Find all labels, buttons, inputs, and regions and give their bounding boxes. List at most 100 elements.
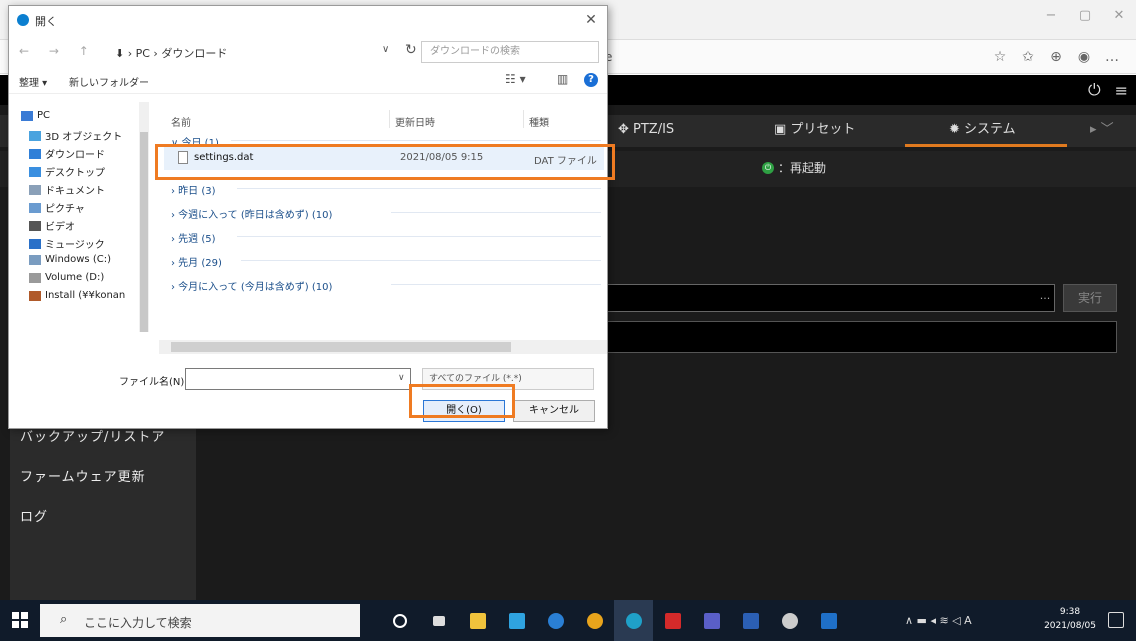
horizontal-scroll-thumb[interactable]	[171, 342, 511, 352]
favorites-icon[interactable]: ✩	[1014, 49, 1042, 65]
nav-item-drive-d[interactable]: Volume (D:)	[29, 272, 104, 283]
system-tray-icons[interactable]: ∧ ▬ ◂ ≋ ◁ A	[905, 600, 972, 641]
favorite-icon[interactable]: ☆	[986, 49, 1014, 65]
cancel-button[interactable]: キャンセル	[513, 400, 595, 422]
taskbar-search-placeholder: ここに入力して検索	[84, 616, 192, 630]
status-output-box	[605, 321, 1117, 353]
internet-explorer-icon[interactable]	[536, 600, 575, 641]
menu-item-log[interactable]: ログ	[20, 506, 48, 525]
nav-item-pc[interactable]: PC	[21, 110, 50, 121]
group-divider	[391, 284, 601, 285]
windows-taskbar: ⌕ ここに入力して検索 ∧ ▬ ◂ ≋ ◁ A 9:38 2021/08/05	[0, 600, 1136, 641]
documents-icon	[29, 184, 41, 195]
music-icon	[29, 238, 41, 249]
refresh-icon[interactable]: ↻	[405, 42, 417, 58]
group-divider	[231, 140, 601, 141]
breadcrumb[interactable]: ⬇ › PC › ダウンロード	[115, 45, 227, 61]
browser-toolbar-icons: ☆ ✩ ⊕ ◉ …	[986, 40, 1126, 74]
firmware-file-path-field[interactable]	[605, 284, 1055, 312]
filename-input[interactable]	[185, 368, 411, 390]
group-yesterday[interactable]: › 昨日 (3)	[171, 182, 216, 197]
chrome-icon[interactable]	[575, 600, 614, 641]
preview-pane-icon[interactable]: ▥	[557, 72, 568, 86]
network-drive-icon	[29, 290, 41, 301]
edge-icon[interactable]	[614, 600, 653, 641]
filename-dropdown-icon[interactable]: ∨	[398, 373, 405, 383]
navigation-pane: PC 3D オブジェクト ダウンロード デスクトップ ドキュメント ピクチャ ビ…	[9, 102, 149, 352]
group-divider	[237, 236, 601, 237]
restart-button[interactable]: ⏻ ：再起動	[762, 159, 826, 176]
edge-icon	[17, 14, 29, 26]
power-icon[interactable]: ⏻	[1088, 80, 1101, 100]
path-dropdown-icon[interactable]: ∨	[382, 44, 389, 55]
group-last-week[interactable]: › 先週 (5)	[171, 230, 216, 245]
system-menu: バックアップ/リストア ファームウェア更新 ログ	[10, 420, 196, 600]
group-this-week[interactable]: › 今週に入って (昨日は含めず) (10)	[171, 206, 332, 221]
nav-item-3d-objects[interactable]: 3D オブジェクト	[29, 128, 122, 143]
notification-icon[interactable]	[1108, 612, 1124, 628]
restart-icon: ⏻	[762, 161, 774, 174]
pc-icon	[21, 110, 33, 121]
nav-item-documents[interactable]: ドキュメント	[29, 182, 105, 197]
task-view-icon[interactable]	[419, 600, 458, 641]
profile-icon[interactable]: ◉	[1070, 49, 1098, 65]
windows-start-icon[interactable]	[12, 612, 28, 628]
search-input[interactable]: ダウンロードの検索	[421, 41, 599, 63]
nav-pane-scroll-thumb[interactable]	[140, 132, 148, 332]
new-folder-button[interactable]: 新しいフォルダー	[69, 74, 149, 89]
nav-item-downloads[interactable]: ダウンロード	[29, 146, 105, 161]
tab-scroll-icon[interactable]: ▸ ﹀	[1080, 115, 1124, 147]
nav-item-network-install[interactable]: Install (¥¥konan	[29, 290, 125, 301]
column-header-type[interactable]: 種類	[529, 114, 549, 129]
nav-arrows[interactable]: ← → ↑	[19, 44, 97, 58]
file-explorer-icon[interactable]	[458, 600, 497, 641]
group-this-month[interactable]: › 今月に入って (今月は含めず) (10)	[171, 278, 332, 293]
teams-icon[interactable]	[692, 600, 731, 641]
menu-icon[interactable]: ≡	[1115, 81, 1128, 100]
file-list-horizontal-scrollbar[interactable]	[159, 340, 607, 354]
column-header-name[interactable]: 名前	[171, 114, 191, 129]
nav-item-music[interactable]: ミュージック	[29, 236, 105, 251]
highlight-open-button	[409, 384, 515, 418]
file-browse-button[interactable]: ...	[1036, 289, 1054, 307]
group-divider	[391, 212, 601, 213]
group-last-month[interactable]: › 先月 (29)	[171, 254, 222, 269]
collections-icon[interactable]: ⊕	[1042, 49, 1070, 65]
group-divider	[237, 188, 601, 189]
column-header-date[interactable]: 更新日時	[395, 114, 435, 129]
dialog-close-button[interactable]: ✕	[581, 10, 601, 30]
taskbar-clock[interactable]: 9:38 2021/08/05	[1040, 605, 1100, 633]
close-window-button[interactable]: ✕	[1102, 0, 1136, 32]
restart-label: ：再起動	[778, 161, 827, 175]
minimize-button[interactable]: −	[1034, 0, 1068, 32]
maximize-button[interactable]: ▢	[1068, 0, 1102, 32]
tab-ptz-is[interactable]: ✥ PTZ/IS	[608, 115, 684, 147]
organize-button[interactable]: 整理 ▾	[19, 74, 47, 89]
nav-item-pictures[interactable]: ピクチャ	[29, 200, 85, 215]
acrobat-icon[interactable]	[653, 600, 692, 641]
settings-icon[interactable]	[770, 600, 809, 641]
outlook-icon[interactable]	[809, 600, 848, 641]
more-icon[interactable]: …	[1098, 49, 1126, 65]
clock-time: 9:38	[1059, 607, 1081, 617]
dialog-title: 開く	[35, 15, 57, 28]
address-field[interactable]: e	[605, 46, 905, 68]
word-icon[interactable]	[731, 600, 770, 641]
help-icon[interactable]: ?	[584, 73, 598, 87]
tab-system[interactable]: ✹ システム	[905, 115, 1067, 147]
nav-item-videos[interactable]: ビデオ	[29, 218, 75, 233]
taskbar-search-box[interactable]: ⌕ ここに入力して検索	[40, 604, 360, 637]
nav-item-desktop[interactable]: デスクトップ	[29, 164, 105, 179]
execute-button[interactable]: 実行	[1063, 284, 1117, 312]
menu-item-firmware-update[interactable]: ファームウェア更新	[20, 466, 146, 485]
people-icon[interactable]	[497, 600, 536, 641]
nav-item-drive-c[interactable]: Windows (C:)	[29, 254, 111, 265]
open-file-dialog: 開く ✕ ← → ↑ ⬇ › PC › ダウンロード ∨ ↻ ダウンロードの検索…	[8, 5, 608, 429]
desktop-icon	[29, 166, 41, 177]
cortana-icon[interactable]	[380, 600, 419, 641]
view-options-icon[interactable]: ☷ ▾	[505, 72, 526, 86]
downloads-icon	[29, 148, 41, 159]
tab-preset[interactable]: ▣ プリセット	[764, 115, 865, 147]
drive-icon	[29, 272, 41, 283]
pictures-icon	[29, 202, 41, 213]
